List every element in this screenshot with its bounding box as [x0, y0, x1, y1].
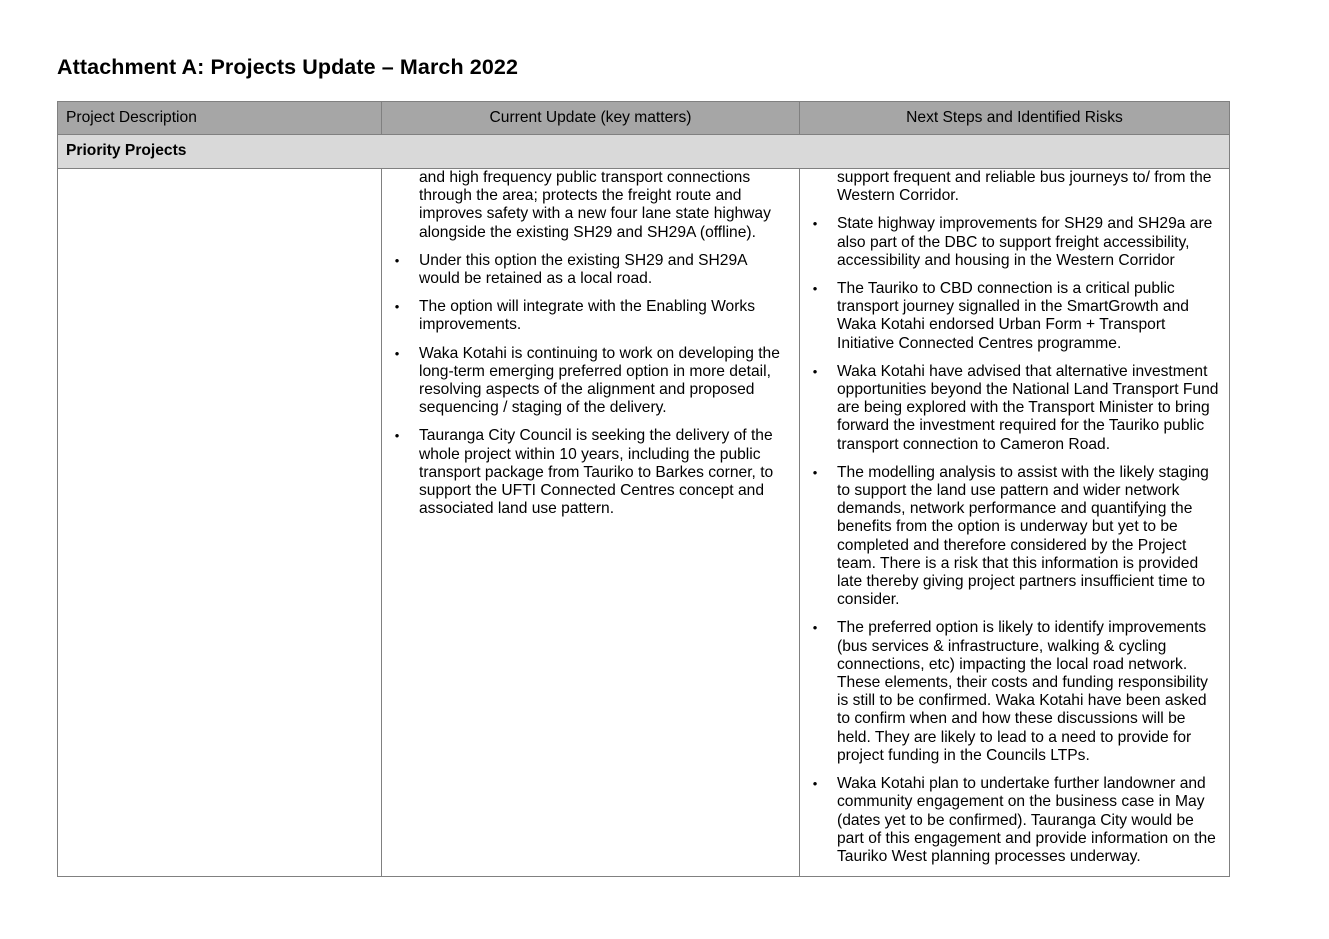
risks-list-item-text: The modelling analysis to assist with th… — [837, 463, 1209, 609]
next-steps-cell: support frequent and reliable bus journe… — [799, 167, 1230, 878]
risks-continuation-text: support frequent and reliable bus journe… — [837, 169, 1212, 205]
update-list-item: • Tauranga City Council is seeking the de… — [382, 427, 799, 518]
risks-list-item-text: Waka Kotahi plan to undertake further la… — [837, 775, 1216, 865]
table-header-row: Project Description Current Update (key … — [57, 101, 1230, 135]
project-description-cell — [57, 167, 382, 878]
projects-update-table: Project Description Current Update (key … — [57, 101, 1230, 878]
header-project-description: Project Description — [57, 101, 382, 135]
risks-bullet-list: support frequent and reliable bus journe… — [800, 169, 1229, 866]
update-list-item-text: Tauranga City Council is seeking the del… — [419, 427, 774, 518]
risks-list-item: • Waka Kotahi have advised that alternati… — [800, 363, 1229, 454]
page-title: Attachment A: Projects Update – March 20… — [57, 55, 519, 79]
risks-list-item: • State highway improvements for SH29 and… — [800, 215, 1229, 270]
header-current-update: Current Update (key matters) — [381, 101, 800, 135]
update-list-item-text: The option will integrate with the Enabl… — [419, 298, 756, 334]
update-list-item-text: Under this option the existing SH29 and … — [419, 251, 747, 288]
update-continuation-text: and high frequency public transport conn… — [419, 169, 771, 241]
bullet-icon: • — [812, 464, 818, 480]
update-list-item-text: Waka Kotahi is continuing to work on dev… — [419, 344, 780, 417]
risks-list-item-text: The preferred option is likely to identi… — [837, 619, 1208, 764]
bullet-icon: • — [812, 363, 818, 379]
risks-list-item-text: State highway improvements for SH29 and … — [837, 215, 1213, 269]
risks-list-item-text: The Tauriko to CBD connection is a criti… — [837, 280, 1189, 352]
update-list-item: • The option will integrate with the Enab… — [382, 298, 799, 334]
risks-list-item: • The Tauriko to CBD connection is a crit… — [800, 280, 1229, 353]
bullet-icon: • — [812, 620, 818, 636]
bullet-icon: • — [394, 299, 400, 315]
bullet-icon: • — [812, 281, 818, 297]
bullet-icon: • — [812, 776, 818, 792]
table-row: and high frequency public transport conn… — [57, 167, 1230, 878]
risks-list-item-text: Waka Kotahi have advised that alternativ… — [837, 362, 1219, 453]
bullet-icon: • — [812, 216, 818, 232]
header-next-steps-risks: Next Steps and Identified Risks — [799, 101, 1230, 135]
update-bullet-list: and high frequency public transport conn… — [382, 169, 799, 518]
update-list-item: • Under this option the existing SH29 and… — [382, 252, 799, 288]
current-update-cell: and high frequency public transport conn… — [381, 167, 800, 878]
bullet-icon: • — [394, 252, 400, 268]
section-row: Priority Projects — [57, 134, 1230, 169]
bullet-icon: • — [394, 345, 400, 361]
risks-list-item: • The modelling analysis to assist with t… — [800, 464, 1229, 610]
bullet-icon: • — [394, 428, 400, 444]
risks-list-item: • Waka Kotahi plan to undertake further l… — [800, 775, 1229, 866]
section-heading-priority-projects: Priority Projects — [57, 134, 1230, 169]
risks-list-item: • The preferred option is likely to ident… — [800, 619, 1229, 765]
update-list-item: • Waka Kotahi is continuing to work on de… — [382, 345, 799, 418]
